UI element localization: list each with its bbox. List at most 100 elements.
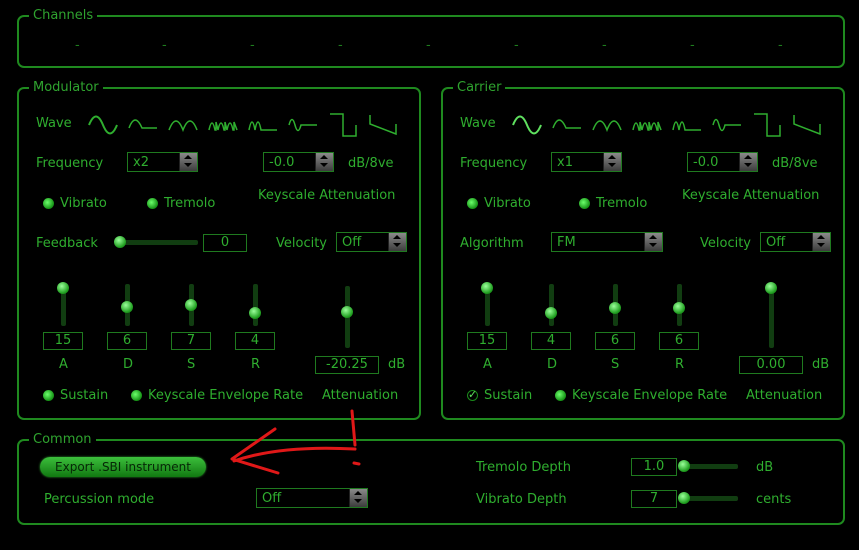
modulator-frequency-label: Frequency — [36, 156, 104, 171]
channel-slot-8[interactable]: - — [690, 38, 695, 53]
modulator-decay-field[interactable]: 6 — [107, 332, 147, 350]
carrier-frequency-label: Frequency — [460, 156, 528, 171]
modulator-sustain-label: Sustain — [60, 388, 109, 403]
carrier-algorithm-select[interactable]: FM — [551, 232, 663, 252]
modulator-ksr-radio[interactable] — [131, 390, 142, 401]
modulator-sustain-knob[interactable] — [185, 299, 197, 311]
tremolo-depth-slider[interactable] — [682, 464, 738, 469]
modulator-sustain-radio[interactable] — [43, 390, 54, 401]
modulator-feedback-knob[interactable] — [114, 236, 126, 248]
modulator-velocity-select[interactable]: Off — [336, 232, 407, 252]
modulator-feedback-slider[interactable] — [118, 240, 198, 245]
carrier-attenuation-field[interactable]: 0.00 — [739, 356, 803, 374]
dropdown-arrow-icon[interactable] — [315, 153, 333, 171]
carrier-frequency-select[interactable]: x1 — [551, 152, 622, 172]
modulator-vibrato-radio[interactable] — [43, 198, 54, 209]
channel-slot-4[interactable]: - — [338, 38, 343, 53]
channel-slot-9[interactable]: - — [778, 38, 783, 53]
modulator-attack-field[interactable]: 15 — [43, 332, 83, 350]
dropdown-arrow-icon[interactable] — [603, 153, 621, 171]
carrier-tremolo-radio[interactable] — [579, 198, 590, 209]
channel-slot-2[interactable]: - — [162, 38, 167, 53]
square-wave-icon[interactable] — [752, 110, 782, 140]
percussion-mode-select[interactable]: Off — [256, 488, 368, 508]
carrier-sustain-knob[interactable] — [609, 302, 621, 314]
dropdown-arrow-icon[interactable] — [349, 489, 367, 507]
vibrato-depth-knob[interactable] — [678, 492, 690, 504]
vibrato-depth-label: Vibrato Depth — [476, 492, 567, 507]
abs-even-sine-wave-icon[interactable] — [712, 110, 742, 140]
modulator-release-label: R — [251, 357, 261, 372]
channel-slot-5[interactable]: - — [426, 38, 431, 53]
sawtooth-wave-icon[interactable] — [368, 110, 398, 140]
channel-slot-1[interactable]: - — [75, 38, 80, 53]
modulator-tremolo-radio[interactable] — [147, 198, 158, 209]
carrier-release-label: R — [675, 357, 685, 372]
carrier-decay-field[interactable]: 4 — [531, 332, 571, 350]
modulator-attenuation-field[interactable]: -20.25 — [315, 356, 379, 374]
modulator-attenuation-knob[interactable] — [341, 306, 353, 318]
sine-wave-icon[interactable] — [512, 110, 542, 140]
modulator-feedback-field[interactable]: 0 — [203, 234, 247, 252]
vibrato-depth-slider[interactable] — [682, 496, 738, 501]
carrier-release-field[interactable]: 6 — [659, 332, 699, 350]
modulator-attenuation-unit: dB — [388, 357, 406, 372]
carrier-decay-label: D — [547, 357, 558, 372]
sawtooth-wave-icon[interactable] — [792, 110, 822, 140]
carrier-release-knob[interactable] — [673, 302, 685, 314]
carrier-decay-knob[interactable] — [545, 307, 557, 319]
half-sine-wave-icon[interactable] — [552, 110, 582, 140]
modulator-keyscale-select[interactable]: -0.0 — [263, 152, 334, 172]
even-sine-wave-icon[interactable] — [672, 110, 702, 140]
modulator-tremolo-label: Tremolo — [164, 196, 216, 211]
carrier-sustain-level-label: S — [611, 357, 620, 372]
modulator-attack-label: A — [59, 357, 68, 372]
modulator-sustain-field[interactable]: 7 — [171, 332, 211, 350]
carrier-attack-knob[interactable] — [481, 282, 493, 294]
square-wave-icon[interactable] — [328, 110, 358, 140]
dropdown-arrow-icon[interactable] — [644, 233, 662, 251]
carrier-decay-slider[interactable] — [549, 284, 554, 326]
carrier-attenuation-slider[interactable] — [769, 286, 774, 348]
dropdown-arrow-icon[interactable] — [812, 233, 830, 251]
modulator-release-slider[interactable] — [253, 284, 258, 326]
channel-slot-3[interactable]: - — [250, 38, 255, 53]
pulse-sine-wave-icon[interactable] — [632, 110, 662, 140]
carrier-sustain-field[interactable]: 6 — [595, 332, 635, 350]
carrier-vibrato-radio[interactable] — [467, 198, 478, 209]
tremolo-depth-knob[interactable] — [678, 460, 690, 472]
dropdown-arrow-icon[interactable] — [388, 233, 406, 251]
channels-panel: Channels — [17, 8, 845, 68]
sine-wave-icon[interactable] — [88, 110, 118, 140]
carrier-ksr-radio[interactable] — [555, 390, 566, 401]
pulse-sine-wave-icon[interactable] — [208, 110, 238, 140]
carrier-velocity-select[interactable]: Off — [760, 232, 831, 252]
carrier-sustain-checkbox[interactable] — [467, 388, 478, 401]
abs-sine-wave-icon[interactable] — [168, 110, 198, 140]
modulator-frequency-value: x2 — [133, 155, 149, 170]
carrier-wave-label: Wave — [460, 116, 496, 131]
vibrato-depth-field[interactable]: 7 — [631, 490, 677, 508]
modulator-frequency-select[interactable]: x2 — [127, 152, 198, 172]
even-sine-wave-icon[interactable] — [248, 110, 278, 140]
carrier-attack-label: A — [483, 357, 492, 372]
modulator-release-knob[interactable] — [249, 307, 261, 319]
tremolo-depth-field[interactable]: 1.0 — [631, 458, 677, 476]
common-title: Common — [29, 432, 96, 447]
channel-slot-6[interactable]: - — [514, 38, 519, 53]
modulator-decay-knob[interactable] — [121, 301, 133, 313]
half-sine-wave-icon[interactable] — [128, 110, 158, 140]
dropdown-arrow-icon[interactable] — [179, 153, 197, 171]
abs-even-sine-wave-icon[interactable] — [288, 110, 318, 140]
abs-sine-wave-icon[interactable] — [592, 110, 622, 140]
modulator-release-field[interactable]: 4 — [235, 332, 275, 350]
modulator-sustain-level-label: S — [187, 357, 196, 372]
carrier-attack-field[interactable]: 15 — [467, 332, 507, 350]
carrier-keyscale-select[interactable]: -0.0 — [687, 152, 758, 172]
channel-slot-7[interactable]: - — [602, 38, 607, 53]
dropdown-arrow-icon[interactable] — [739, 153, 757, 171]
modulator-attack-knob[interactable] — [57, 282, 69, 294]
carrier-velocity-label: Velocity — [700, 236, 751, 251]
export-sbi-button[interactable]: Export .SBI instrument — [40, 457, 206, 477]
carrier-attenuation-knob[interactable] — [765, 282, 777, 294]
